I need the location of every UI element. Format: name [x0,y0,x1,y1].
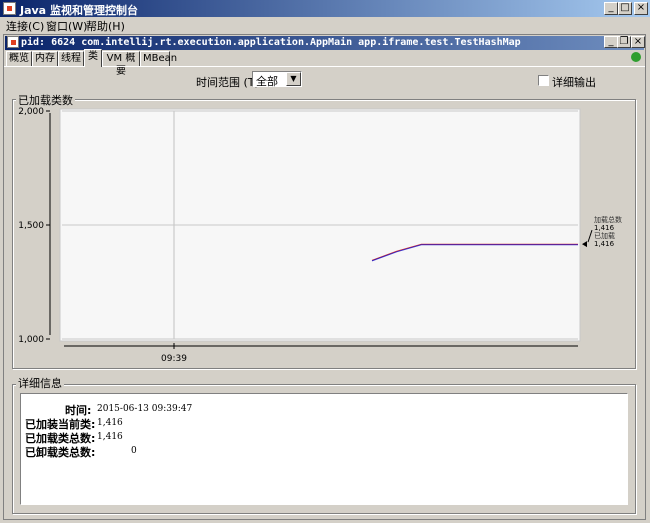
verbose-checkbox[interactable] [538,75,549,86]
loaded-classes-chart: 2,0001,5001,000 09:39 加载总数1,416已加载1,416 [18,107,622,364]
details-current-classes-value: 1,416 [97,418,123,428]
internal-frame: pid: 6624 com.intellij.rt.execution.appl… [3,34,646,520]
verbose-label: 详细输出 [552,76,596,89]
tab-memory[interactable]: 内存 [32,51,58,66]
menu-window[interactable]: 窗口(W) [46,18,87,34]
y-tick-label: 1,500 [18,221,44,231]
menu-bar: 连接(C) 窗口(W) 帮助(H) [0,17,650,33]
maximize-button[interactable]: □ [618,2,632,15]
legend-value: 1,416 [594,240,615,248]
details-total-loaded-value: 1,416 [97,432,123,442]
details-time-value: 2015-06-13 09:39:47 [97,404,193,414]
menu-help[interactable]: 帮助(H) [86,18,125,34]
time-range-value: 全部 [256,75,278,88]
details-title: 详细信息 [16,375,64,391]
y-tick-label: 2,000 [18,107,44,117]
frame-close-button[interactable]: × [631,36,645,48]
internal-frame-title: pid: 6624 com.intellij.rt.execution.appl… [21,37,521,48]
menu-connection[interactable]: 连接(C) [6,18,44,34]
details-content: 时间: 2015-06-13 09:39:47 已加装当前类: 1,416 已加… [20,393,628,505]
connection-status-icon [631,52,641,62]
legend-name: 已加载 [594,231,615,240]
frame-minimize-button[interactable]: _ [604,36,618,48]
x-tick-label: 09:39 [161,354,187,364]
details-total-unloaded-value: 0 [131,446,137,456]
details-total-unloaded-label: 已卸载类总数: [25,446,96,459]
java-app-icon [3,2,16,15]
chevron-down-icon[interactable]: ▼ [286,72,301,86]
tab-mbean[interactable]: MBean [140,51,177,66]
y-tick-label: 1,000 [18,335,44,345]
window-title: Java 监视和管理控制台 [20,4,138,17]
tab-threads[interactable]: 线程 [58,51,84,66]
tab-vm-summary[interactable]: VM 概要 [102,51,140,77]
frame-restore-button[interactable]: ❐ [617,36,631,48]
minimize-button[interactable]: _ [604,2,618,15]
legend-name: 加载总数 [594,215,622,224]
legend-leader-line [587,229,593,243]
internal-frame-title-bar: pid: 6624 com.intellij.rt.execution.appl… [5,36,645,50]
window-title-bar: Java 监视和管理控制台 _ □ × [0,0,650,17]
time-range-select[interactable]: 全部 ▼ [252,71,302,88]
tab-overview[interactable]: 概览 [6,51,32,66]
close-button[interactable]: × [634,2,648,15]
legend-pointer [582,241,587,248]
legend-value: 1,416 [594,224,615,232]
tab-classes[interactable]: 类 [84,49,102,67]
process-icon [7,36,19,48]
